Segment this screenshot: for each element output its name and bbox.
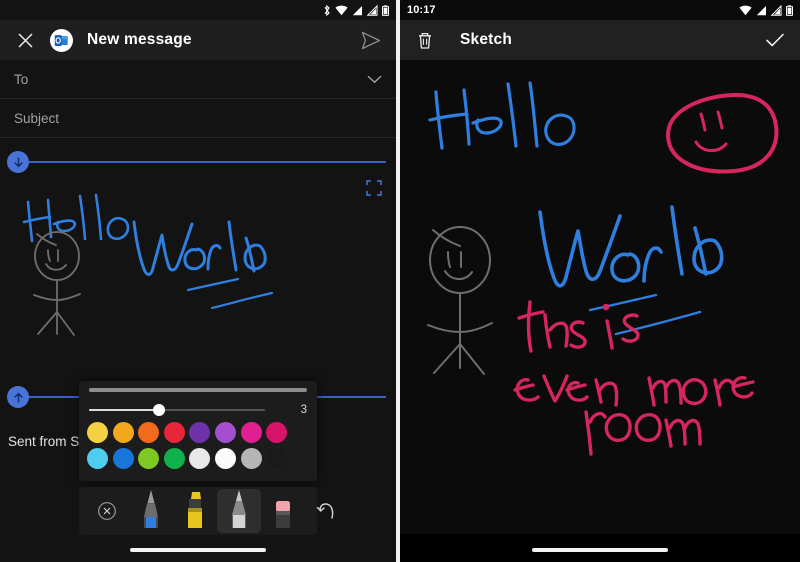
to-field-label: To [14,71,29,87]
slider-knob[interactable] [153,404,165,416]
color-swatch-row-1 [87,422,288,443]
subject-field[interactable]: Subject [0,99,396,138]
signal-icon [352,5,362,15]
color-swatch-row-2 [87,448,288,469]
left-screen-outlook-compose: New message To Subject Sent from Su 3 [0,0,396,562]
left-page-title: New message [87,31,192,48]
left-handwriting [22,193,274,336]
color-swatch-grid[interactable] [87,422,288,474]
signal-alt-icon [771,4,782,16]
left-ink-canvas[interactable] [0,138,396,386]
right-handwriting [427,81,779,456]
arrow-up-icon[interactable] [7,386,29,408]
right-status-time: 10:17 [407,4,436,16]
color-swatch[interactable] [163,422,185,443]
signal-alt-icon [367,4,378,16]
sketch-canvas[interactable] [400,60,800,535]
undo-icon [316,503,334,519]
ink-top-rule [14,161,386,163]
battery-icon [786,4,793,16]
outlook-logo [50,28,73,52]
close-circle-icon[interactable] [85,489,129,533]
expand-icon[interactable] [366,180,382,201]
color-swatch[interactable] [138,422,160,443]
undo-tool[interactable] [305,489,349,533]
color-swatch[interactable] [266,448,288,469]
signal-icon [756,5,766,15]
thickness-slider[interactable] [89,404,265,416]
arrow-down-icon[interactable] [7,151,29,173]
color-swatch[interactable] [214,448,236,469]
eraser-tool[interactable] [261,489,305,533]
left-home-indicator [130,548,266,552]
dual-screen-device: New message To Subject Sent from Su 3 10… [0,0,800,562]
right-status-bar: 10:17 [400,0,800,20]
color-swatch[interactable] [87,422,108,443]
color-swatch[interactable] [240,448,262,469]
color-swatch[interactable] [112,422,134,443]
pen-icon [144,490,158,528]
check-icon[interactable] [762,27,788,53]
left-status-bar [0,0,396,20]
subject-field-label: Subject [14,110,60,126]
send-icon[interactable] [358,27,384,53]
thickness-value: 3 [300,404,307,416]
eraser-icon [276,501,290,528]
right-screen-sketch: 10:17 Sketch [400,0,800,562]
color-swatch[interactable] [189,448,211,469]
slider-fill [89,409,159,411]
highlighter-tool[interactable] [173,489,217,533]
to-field[interactable]: To [0,60,396,99]
color-swatch[interactable] [163,448,185,469]
pencil-tool[interactable] [217,489,261,533]
color-swatch[interactable] [138,448,160,469]
pen-tool[interactable] [129,489,173,533]
chevron-down-icon[interactable] [367,72,382,87]
right-home-indicator [532,548,668,552]
pencil-icon [232,490,246,528]
signature-text: Sent from Su [8,434,87,449]
right-page-title: Sketch [460,31,513,48]
wifi-icon [335,5,348,15]
color-swatch[interactable] [112,448,134,469]
color-swatch[interactable] [189,422,211,443]
ink-tool-popup[interactable]: 3 [79,381,317,481]
left-app-bar: New message [0,20,396,60]
color-swatch[interactable] [87,448,108,469]
color-swatch[interactable] [214,422,236,443]
left-status-icons [323,4,389,16]
highlighter-icon [188,492,202,528]
color-swatch[interactable] [240,422,262,443]
right-app-bar: Sketch [400,20,800,60]
left-pen-toolbar[interactable] [79,487,334,535]
right-status-icons [739,4,793,16]
color-swatch[interactable] [266,422,288,443]
thickness-slider-row[interactable]: 3 [79,399,317,421]
trash-icon[interactable] [412,27,438,53]
wifi-icon [739,5,752,15]
close-icon[interactable] [12,27,38,53]
battery-icon [382,4,389,16]
popup-grab-handle[interactable] [89,388,307,392]
bluetooth-icon [324,4,330,16]
